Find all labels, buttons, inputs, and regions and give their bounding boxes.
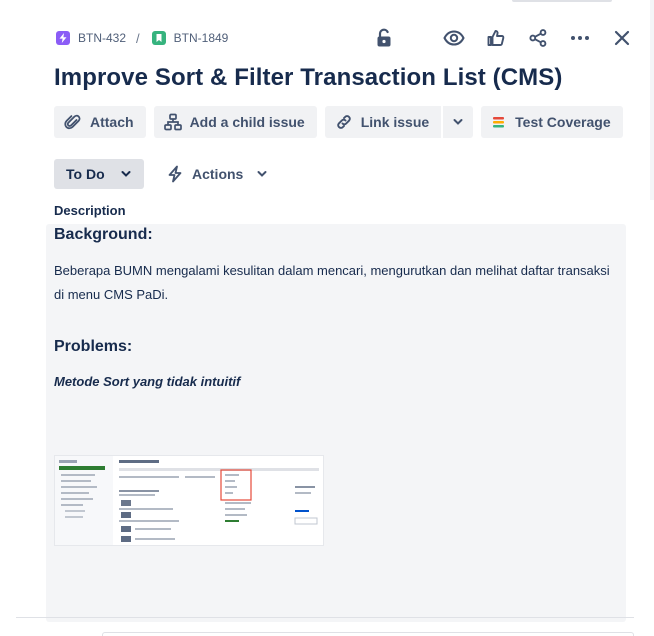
attach-button[interactable]: Attach <box>54 106 146 138</box>
description-editor[interactable]: Background: Beberapa BUMN mengalami kesu… <box>46 224 626 622</box>
top-bar-edge <box>512 0 612 2</box>
breadcrumb-parent-epic[interactable]: BTN-432 <box>56 31 126 45</box>
description-label: Description <box>54 203 126 218</box>
thumbs-up-icon <box>487 30 505 46</box>
more-icon <box>571 36 589 40</box>
more-actions-button[interactable] <box>564 24 596 52</box>
background-paragraph: Beberapa BUMN mengalami kesulitan dalam … <box>54 263 610 302</box>
watch-button[interactable] <box>438 24 470 52</box>
bookmark-icon <box>151 31 166 45</box>
issue-title[interactable]: Improve Sort & Filter Transaction List (… <box>54 64 562 92</box>
restrictions-button[interactable] <box>368 24 400 52</box>
status-label: To Do <box>66 166 105 182</box>
problem-item: Metode Sort yang tidak intuitif <box>54 374 241 389</box>
breadcrumb-current-story[interactable]: BTN-1849 <box>151 31 229 45</box>
background-heading: Background: <box>54 226 153 243</box>
screenshot-thumbnail-graphic <box>55 456 323 545</box>
embedded-screenshot-image[interactable] <box>54 455 324 546</box>
close-button[interactable] <box>606 24 638 52</box>
hierarchy-icon <box>163 113 182 131</box>
test-coverage-button[interactable]: Test Coverage <box>481 106 623 138</box>
breadcrumb-separator: / <box>136 30 140 46</box>
link-issue-dropdown-button[interactable] <box>441 106 474 138</box>
details-panel-edge <box>102 632 634 636</box>
lightning-bolt-icon <box>56 31 70 45</box>
test-coverage-icon <box>493 117 505 128</box>
issue-toolbar: Attach Add a child issue Link issue Test… <box>54 106 623 138</box>
vote-button[interactable] <box>480 24 512 52</box>
divider <box>16 617 634 618</box>
actions-dropdown[interactable]: Actions <box>166 165 267 183</box>
test-coverage-label: Test Coverage <box>515 114 611 130</box>
status-row: To Do Actions <box>54 159 267 189</box>
share-button[interactable] <box>522 24 554 52</box>
chevron-down-icon <box>121 171 131 177</box>
breadcrumb-story-key: BTN-1849 <box>173 31 229 45</box>
add-child-issue-label: Add a child issue <box>189 114 305 130</box>
unlock-icon <box>377 28 391 47</box>
close-icon <box>614 30 630 46</box>
link-icon <box>336 115 351 129</box>
link-issue-label: Link issue <box>360 114 430 130</box>
paperclip-icon <box>64 114 81 130</box>
link-issue-button[interactable]: Link issue <box>324 106 442 138</box>
panel-scrollbar[interactable] <box>650 0 654 200</box>
breadcrumb-epic-key: BTN-432 <box>78 31 127 45</box>
issue-header-actions <box>368 24 638 52</box>
problems-heading: Problems: <box>54 338 133 355</box>
chevron-down-icon <box>257 171 267 177</box>
breadcrumb: BTN-432 / BTN-1849 <box>56 28 228 48</box>
link-issue-split-button: Link issue <box>324 106 474 138</box>
share-icon <box>529 29 547 47</box>
actions-label: Actions <box>192 166 244 182</box>
chevron-down-icon <box>453 119 463 125</box>
add-child-issue-button[interactable]: Add a child issue <box>153 106 317 138</box>
eye-icon <box>443 30 465 46</box>
status-dropdown[interactable]: To Do <box>54 159 144 189</box>
lightning-bolt-outline-icon <box>168 165 182 183</box>
attach-label: Attach <box>90 114 134 130</box>
